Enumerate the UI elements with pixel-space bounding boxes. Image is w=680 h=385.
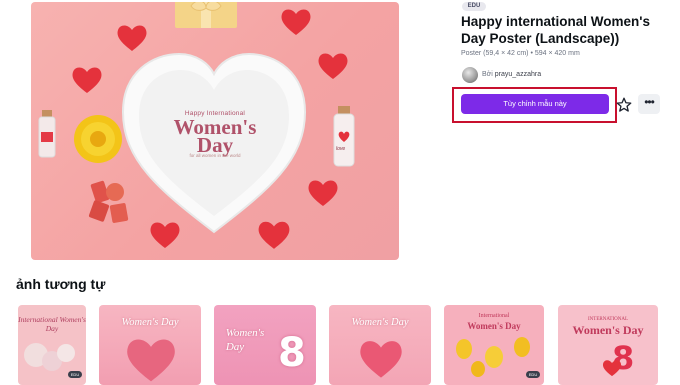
similar-template-card[interactable]: International Women's Day EDU [18,305,86,385]
card-title: Women's Day [351,317,409,328]
card-edu-badge: EDU [68,371,82,378]
similar-template-card[interactable]: Women's Day [329,305,431,385]
card-number: 8 [278,330,306,376]
heart-decoration [602,360,622,377]
author-avatar[interactable] [462,67,478,83]
card-small-title: INTERNATIONAL [588,317,628,322]
similar-section-heading: ảnh tương tự [16,276,106,292]
jar-label: love [336,146,346,152]
card-title: International Women's Day [18,315,86,333]
card-title-line2: Day [225,341,245,353]
similar-template-card[interactable]: International Women's Day EDU [444,305,544,385]
heart-decoration [72,67,102,93]
card-title: Women's Day [121,317,179,328]
jar-decoration [333,106,355,167]
heart-decoration [127,339,175,382]
similar-template-card[interactable]: Women's Day 8 [214,305,316,385]
love-letters-decoration [88,180,129,223]
customize-template-button[interactable]: Tùy chỉnh mẫu này [461,94,609,114]
card-title-line2: Women's Day [467,321,521,331]
author-line[interactable]: Bởi prayu_azzahra [482,71,541,78]
card-title: Women's Day [572,323,644,337]
card-title-line1: International [478,313,510,319]
heart-decoration [281,9,311,35]
flower-decoration [74,115,122,163]
template-preview-image[interactable]: Happy International Women's Day for all … [31,2,399,260]
heart-decoration [318,53,348,79]
heart-decoration [360,341,402,378]
jar-decoration [38,110,56,158]
author-prefix: Bởi [482,71,493,78]
roses-decoration [24,343,75,371]
star-icon [616,97,632,112]
heart-decoration [117,25,147,51]
edu-badge: EDU [462,2,486,11]
author-name[interactable]: prayu_azzahra [495,71,541,78]
gift-box-decoration [175,2,237,28]
card-edu-badge: EDU [526,371,540,378]
template-dimensions: Poster (59,4 × 42 cm) • 594 × 420 mm [461,50,580,57]
similar-template-card[interactable]: Women's Day [99,305,201,385]
similar-template-card[interactable]: INTERNATIONAL Women's Day 8 [558,305,658,385]
heart-decoration [308,180,338,206]
template-title: Happy international Women's Day Poster (… [461,14,650,46]
favorite-button[interactable] [615,96,633,114]
more-options-button[interactable]: ••• [638,94,660,114]
